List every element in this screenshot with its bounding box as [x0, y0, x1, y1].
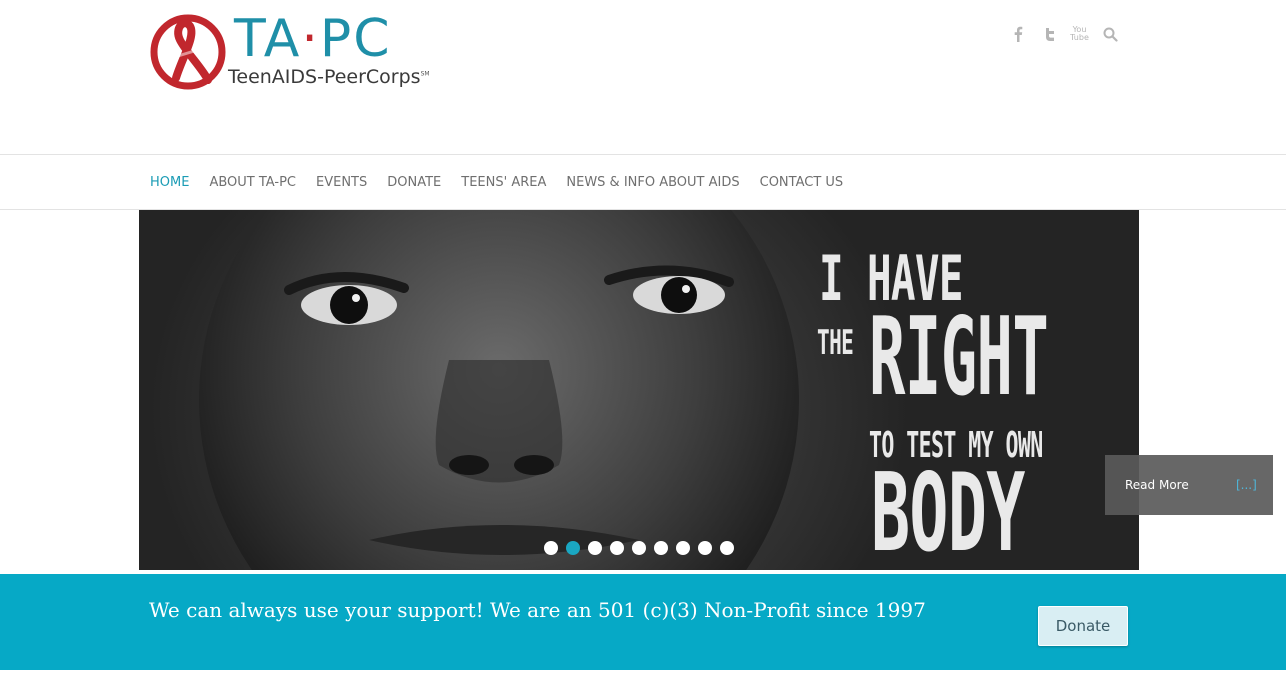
youtube-icon[interactable]: You Tube [1070, 24, 1089, 44]
nav-item-about[interactable]: ABOUT TA-PC [209, 175, 296, 190]
slogan-line-2b: RIGHT [869, 295, 1049, 420]
facebook-icon[interactable] [1008, 24, 1027, 44]
donate-button[interactable]: Donate [1038, 606, 1128, 646]
search-icon[interactable] [1101, 24, 1120, 44]
social-icons: You Tube [1008, 24, 1120, 44]
slider-dot-3[interactable] [588, 541, 602, 555]
slogan-line-2a: THE [817, 323, 854, 363]
slider-dot-8[interactable] [698, 541, 712, 555]
nav-item-contact[interactable]: CONTACT US [760, 175, 844, 190]
read-more-panel: Read More [...] [1105, 455, 1273, 515]
support-banner: We can always use your support! We are a… [0, 574, 1286, 670]
slider-dot-2[interactable] [566, 541, 580, 555]
nav-item-events[interactable]: EVENTS [316, 175, 367, 190]
service-mark: SM [420, 70, 430, 78]
hero-slider[interactable]: I HAVE THE RIGHT TO TEST MY OWN BODY [139, 210, 1139, 570]
slider-dot-9[interactable] [720, 541, 734, 555]
read-more-label[interactable]: Read More [1125, 478, 1189, 492]
nav-item-news-info[interactable]: NEWS & INFO ABOUT AIDS [566, 175, 739, 190]
logo-subtitle: TeenAIDS-PeerCorpsSM [228, 66, 430, 88]
main-nav: HOME ABOUT TA-PC EVENTS DONATE TEENS' AR… [0, 154, 1286, 210]
slider-dot-4[interactable] [610, 541, 624, 555]
slider-dot-6[interactable] [654, 541, 668, 555]
slider-dot-1[interactable] [544, 541, 558, 555]
support-text: We can always use your support! We are a… [149, 598, 926, 622]
nav-item-donate[interactable]: DONATE [387, 175, 441, 190]
site-logo[interactable]: TA·PC TeenAIDS-PeerCorpsSM [150, 9, 460, 94]
nav-item-teens-area[interactable]: TEENS' AREA [461, 175, 546, 190]
slider-pagination [544, 541, 734, 555]
nav-item-home[interactable]: HOME [150, 175, 189, 190]
slider-dot-7[interactable] [676, 541, 690, 555]
slider-dot-5[interactable] [632, 541, 646, 555]
red-ribbon-logo-icon [150, 14, 226, 90]
logo-title: TA·PC [234, 9, 392, 69]
twitter-icon[interactable] [1039, 24, 1058, 44]
read-more-link[interactable]: [...] [1236, 478, 1257, 492]
slogan-line-4: BODY [871, 451, 1025, 570]
